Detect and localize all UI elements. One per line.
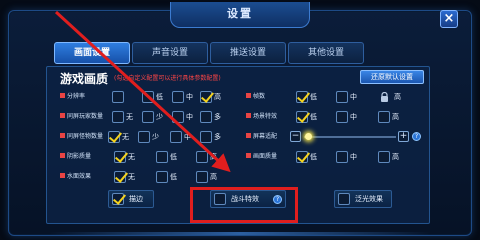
player-count-none-label: 无 (126, 113, 133, 121)
picture-quality-low-label: 低 (310, 153, 317, 161)
frame-rate-low-checkbox[interactable] (296, 91, 308, 103)
water-low-checkbox[interactable] (156, 171, 168, 183)
shadow-high-checkbox[interactable] (196, 151, 208, 163)
annotation-highlight-box (190, 187, 298, 223)
bloom-effect-checkbox[interactable] (338, 193, 350, 205)
monster-count-few-label: 少 (152, 133, 159, 141)
row-label-player-count: 同屏玩家数量 (60, 111, 103, 123)
tab-other[interactable]: 其他设置 (288, 42, 364, 64)
water-none-label: 无 (128, 173, 135, 181)
resolution-low-checkbox[interactable] (142, 91, 154, 103)
frame-rate-mid-checkbox[interactable] (336, 91, 348, 103)
frame-rate-mid-label: 中 (350, 93, 357, 101)
resolution-high-checkbox[interactable] (200, 91, 212, 103)
water-low-label: 低 (170, 173, 177, 181)
outline-toggle[interactable]: 描边 (108, 190, 154, 208)
tab-display[interactable]: 画面设置 (54, 42, 130, 64)
picture-quality-high-checkbox[interactable] (378, 151, 390, 163)
shadow-none-label: 无 (128, 153, 135, 161)
restore-defaults-button[interactable]: 还原默认设置 (360, 70, 424, 84)
screen-fit-decrease-button[interactable]: − (290, 131, 301, 142)
screen-fit-slider-track[interactable] (304, 136, 396, 138)
monster-count-many-checkbox[interactable] (200, 131, 212, 143)
scene-effects-mid-checkbox[interactable] (336, 111, 348, 123)
water-high-label: 高 (210, 173, 217, 181)
shadow-low-label: 低 (170, 153, 177, 161)
frame-edge (49, 232, 431, 235)
player-count-mid-label: 中 (186, 113, 193, 121)
plus-icon: + (399, 131, 408, 141)
section-hint: (勾选自定义配置可以进行具体参数配置) (114, 75, 221, 82)
player-count-many-label: 多 (214, 113, 221, 121)
screen-fit-info-icon[interactable]: ? (412, 132, 421, 141)
section-title: 游戏画质 (60, 72, 109, 86)
picture-quality-high-label: 高 (392, 153, 399, 161)
monster-count-mid-label: 中 (184, 133, 191, 141)
player-count-many-checkbox[interactable] (200, 111, 212, 123)
resolution-low-label: 低 (156, 93, 163, 101)
picture-quality-low-checkbox[interactable] (296, 151, 308, 163)
monster-count-many-label: 多 (214, 133, 221, 141)
outline-checkbox[interactable] (112, 193, 124, 205)
bloom-effect-label: 泛光效果 (355, 195, 383, 203)
player-count-few-checkbox[interactable] (142, 111, 154, 123)
close-icon: × (443, 11, 455, 26)
scene-effects-high-label: 高 (392, 113, 399, 121)
frame-rate-high-label: 高 (394, 93, 401, 101)
close-button[interactable]: × (440, 10, 458, 28)
row-label-scene-effects: 场景特效 (246, 111, 277, 123)
lock-icon (381, 92, 388, 102)
row-label-monster-count: 同屏怪物数量 (60, 131, 103, 143)
monster-count-none-label: 无 (122, 133, 129, 141)
resolution-mid-label: 中 (186, 93, 193, 101)
player-count-none-checkbox[interactable] (112, 111, 124, 123)
picture-quality-mid-label: 中 (350, 153, 357, 161)
row-label-water-effect: 水面效果 (60, 171, 91, 183)
resolution-mid-checkbox[interactable] (172, 91, 184, 103)
screen-fit-increase-button[interactable]: + (398, 131, 409, 142)
row-label-picture-quality: 画面质量 (246, 151, 277, 163)
window-title: 设置 (170, 2, 310, 28)
row-label-shadow-quality: 阴影质量 (60, 151, 91, 163)
monster-count-none-checkbox[interactable] (108, 131, 120, 143)
shadow-high-label: 高 (210, 153, 217, 161)
row-label-screen-fit: 屏幕适配 (246, 131, 277, 143)
player-count-mid-checkbox[interactable] (172, 111, 184, 123)
scene-effects-high-checkbox[interactable] (378, 111, 390, 123)
row-label-resolution: 分辨率 (60, 91, 85, 103)
monster-count-few-checkbox[interactable] (138, 131, 150, 143)
shadow-low-checkbox[interactable] (156, 151, 168, 163)
tab-push[interactable]: 推送设置 (210, 42, 286, 64)
resolution-high-label: 高 (214, 93, 221, 101)
frame-rate-low-label: 低 (310, 93, 317, 101)
water-high-checkbox[interactable] (196, 171, 208, 183)
monster-count-mid-checkbox[interactable] (170, 131, 182, 143)
outline-label: 描边 (129, 195, 143, 203)
picture-quality-mid-checkbox[interactable] (336, 151, 348, 163)
player-count-few-label: 少 (156, 113, 163, 121)
row-label-frame-rate: 帧数 (246, 91, 265, 103)
scene-effects-low-label: 低 (310, 113, 317, 121)
bloom-effect-toggle[interactable]: 泛光效果 (334, 190, 392, 208)
resolution-custom-checkbox[interactable] (112, 91, 124, 103)
scene-effects-low-checkbox[interactable] (296, 111, 308, 123)
shadow-none-checkbox[interactable] (114, 151, 126, 163)
water-none-checkbox[interactable] (114, 171, 126, 183)
scene-effects-mid-label: 中 (350, 113, 357, 121)
tab-sound[interactable]: 声音设置 (132, 42, 208, 64)
